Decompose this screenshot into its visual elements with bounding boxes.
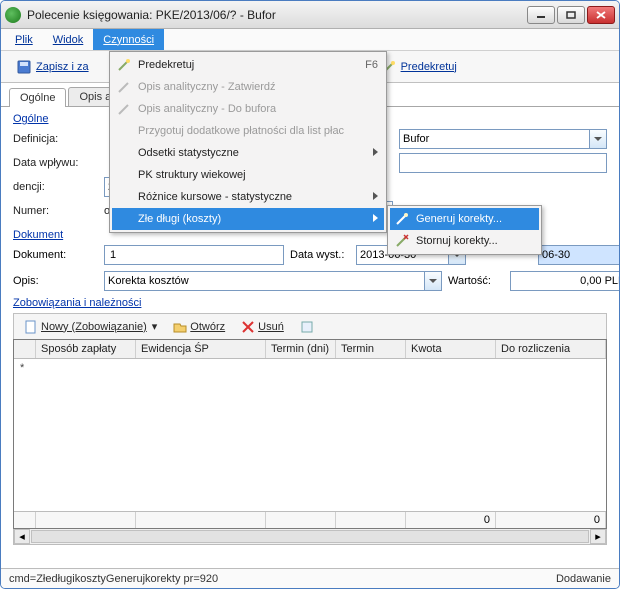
- stan-select[interactable]: Bufor: [399, 129, 607, 149]
- scroll-thumb[interactable]: [31, 530, 589, 543]
- menu-zle-dlugi[interactable]: Złe długi (koszty): [112, 208, 384, 230]
- menu-opis-bufor: Opis analityczny - Do bufora: [112, 98, 384, 120]
- col-termin[interactable]: Termin: [336, 340, 406, 358]
- date3-field[interactable]: 06-30: [538, 245, 620, 265]
- grid-body[interactable]: *: [14, 359, 606, 511]
- menu-odsetki[interactable]: Odsetki statystyczne: [112, 142, 384, 164]
- submenu-generuj[interactable]: Generuj korekty...: [390, 208, 539, 230]
- menubar: Plik Widok Czynności: [1, 29, 619, 51]
- wand-gray-icon: [116, 79, 132, 95]
- save-icon: [16, 59, 32, 75]
- label-dencji: dencji:: [13, 181, 98, 193]
- minimize-button[interactable]: [527, 6, 555, 24]
- otworz-button[interactable]: Otwórz: [167, 319, 231, 335]
- section-zobowiazania: Zobowiązania i należności: [13, 297, 607, 309]
- chevron-down-icon: [424, 272, 441, 290]
- menu-opis-zatwierdz: Opis analityczny - Zatwierdź: [112, 76, 384, 98]
- col-rozliczenia[interactable]: Do rozliczenia: [496, 340, 606, 358]
- window-title: Polecenie księgowania: PKE/2013/06/? - B…: [27, 8, 527, 22]
- wand-cancel-icon: [394, 233, 410, 249]
- menu-przygotuj: Przygotuj dodatkowe płatności dla list p…: [112, 120, 384, 142]
- label-definicja: Definicja:: [13, 133, 98, 145]
- horizontal-scrollbar[interactable]: ◂ ▸: [13, 529, 607, 545]
- statusbar: cmd=ZłedługikosztyGenerujkorekty pr=920 …: [1, 568, 619, 588]
- nowy-button[interactable]: Nowy (Zobowiązanie) ▾: [18, 319, 163, 335]
- inner-toolbar: Nowy (Zobowiązanie) ▾ Otwórz Usuń: [13, 313, 607, 339]
- menu-czynnosci[interactable]: Czynności: [93, 29, 164, 50]
- status-left: cmd=ZłedługikosztyGenerujkorekty pr=920: [9, 573, 218, 585]
- menu-plik[interactable]: Plik: [5, 29, 43, 50]
- chevron-right-icon: [373, 214, 378, 222]
- usun-button[interactable]: Usuń: [235, 319, 290, 335]
- label-opis: Opis:: [13, 275, 98, 287]
- dokument-field[interactable]: [104, 245, 284, 265]
- label-wartosc: Wartość:: [448, 275, 504, 287]
- app-icon: [5, 7, 21, 23]
- footer-rozliczenia: 0: [496, 512, 606, 528]
- sheet-icon: [300, 320, 314, 334]
- menu-roznice[interactable]: Różnice kursowe - statystyczne: [112, 186, 384, 208]
- wand-gray-icon: [116, 101, 132, 117]
- titlebar: Polecenie księgowania: PKE/2013/06/? - B…: [1, 1, 619, 29]
- open-icon: [173, 320, 187, 334]
- grid-footer: 0 0: [14, 511, 606, 528]
- new-doc-icon: [24, 320, 38, 334]
- chevron-down-icon: [589, 130, 606, 148]
- czynnosci-menu: Predekretuj F6 Opis analityczny - Zatwie…: [109, 51, 387, 233]
- label-data-wyst: Data wyst.:: [290, 249, 350, 261]
- delete-icon: [241, 320, 255, 334]
- chevron-right-icon: [373, 192, 378, 200]
- grid[interactable]: Sposób zapłaty Ewidencja ŚP Termin (dni)…: [13, 339, 607, 529]
- submenu-stornuj[interactable]: Stornuj korekty...: [390, 230, 539, 252]
- status-right: Dodawanie: [556, 573, 611, 585]
- extra-button[interactable]: [294, 319, 320, 335]
- new-row-indicator: *: [20, 362, 24, 374]
- footer-kwota: 0: [406, 512, 496, 528]
- wand-icon: [116, 57, 132, 73]
- chevron-down-icon: ▾: [152, 320, 158, 333]
- menu-widok[interactable]: Widok: [43, 29, 94, 50]
- col-ewidencja[interactable]: Ewidencja ŚP: [136, 340, 266, 358]
- grid-header: Sposób zapłaty Ewidencja ŚP Termin (dni)…: [14, 340, 606, 359]
- menu-pk-struktury[interactable]: PK struktury wiekowej: [112, 164, 384, 186]
- wartosc-field[interactable]: 0,00 PLN: [510, 271, 620, 291]
- blank-field-1[interactable]: [399, 153, 607, 173]
- label-numer: Numer:: [13, 205, 98, 217]
- chevron-right-icon: [373, 148, 378, 156]
- tab-ogolne[interactable]: Ogólne: [9, 88, 66, 107]
- label-data-wplywu: Data wpływu:: [13, 157, 98, 169]
- menu-predekretuj[interactable]: Predekretuj F6: [112, 54, 384, 76]
- col-sposob[interactable]: Sposób zapłaty: [36, 340, 136, 358]
- predekretuj-toolbar-button[interactable]: Predekretuj: [374, 56, 464, 78]
- label-dokument: Dokument:: [13, 249, 98, 261]
- zle-dlugi-submenu: Generuj korekty... Stornuj korekty...: [387, 205, 542, 255]
- scroll-left-icon[interactable]: ◂: [14, 529, 30, 544]
- scroll-right-icon[interactable]: ▸: [590, 529, 606, 544]
- save-button[interactable]: Zapisz i za: [9, 56, 96, 78]
- maximize-button[interactable]: [557, 6, 585, 24]
- wand-icon: [394, 211, 410, 227]
- close-button[interactable]: [587, 6, 615, 24]
- opis-field[interactable]: Korekta kosztów: [104, 271, 442, 291]
- col-kwota[interactable]: Kwota: [406, 340, 496, 358]
- col-termin-dni[interactable]: Termin (dni): [266, 340, 336, 358]
